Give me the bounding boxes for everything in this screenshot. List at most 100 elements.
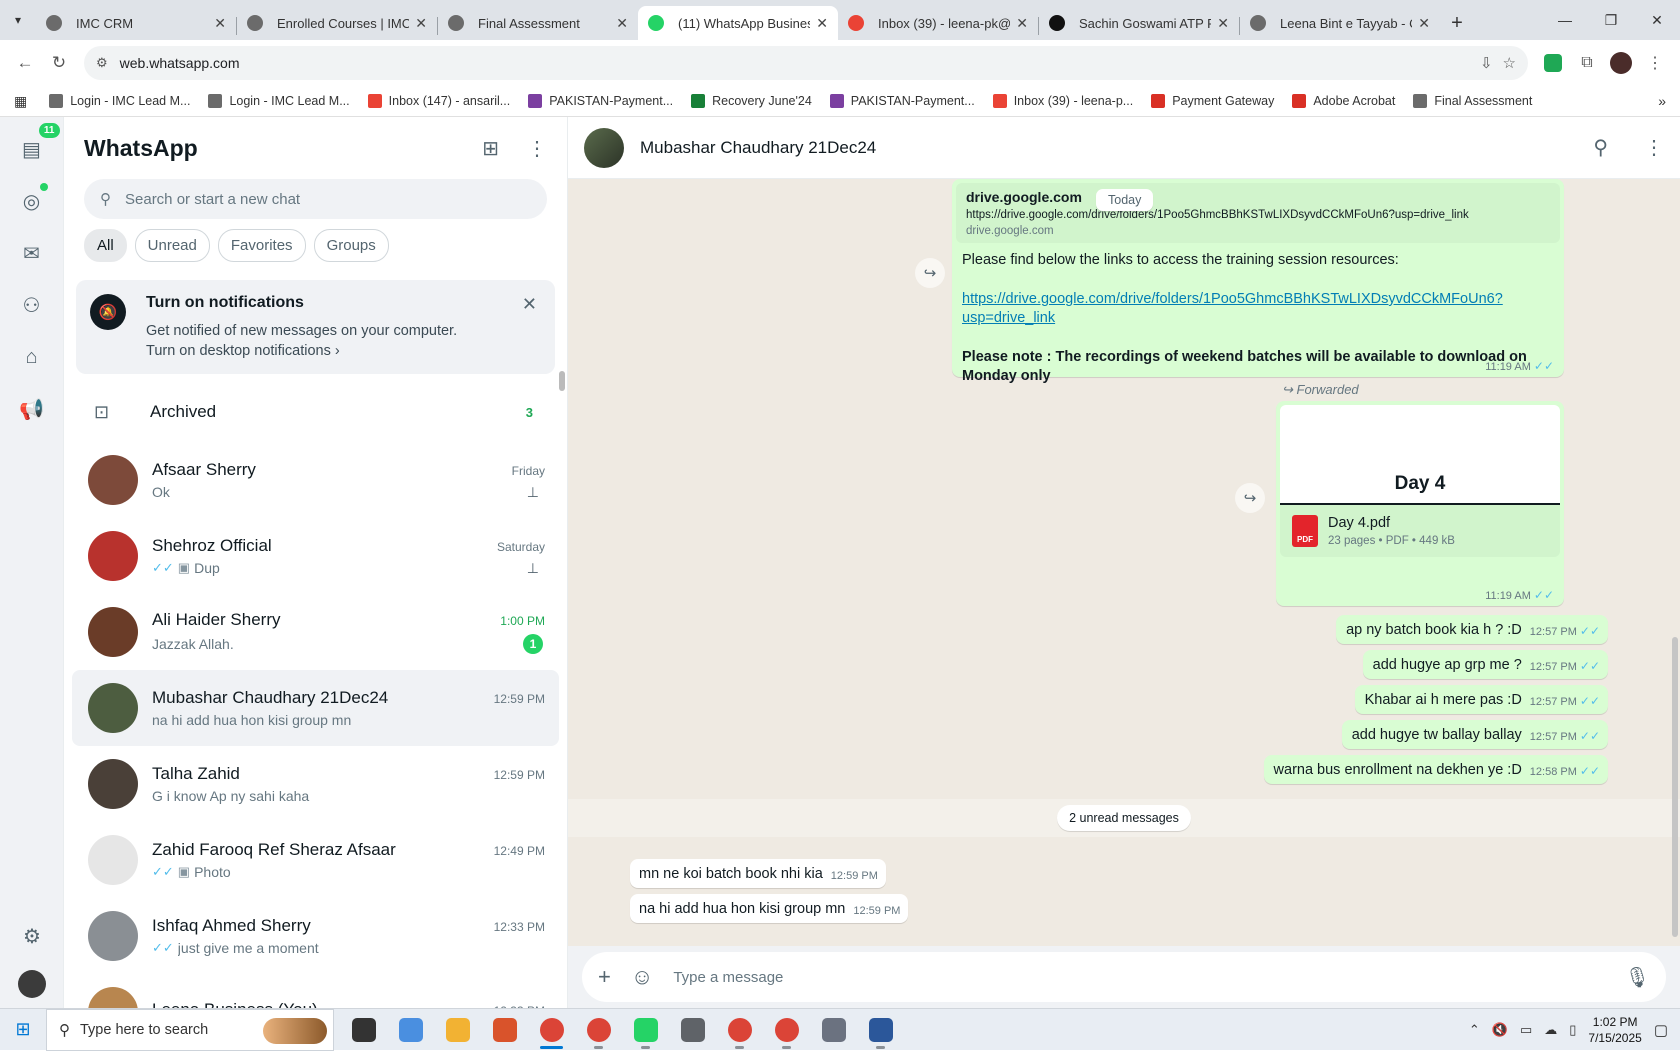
- taskbar-app-chrome[interactable]: [575, 1009, 622, 1051]
- chat-row[interactable]: Mubashar Chaudhary 21Dec2412:59 PMna hi …: [72, 670, 559, 746]
- taskbar-app-whatsapp[interactable]: [622, 1009, 669, 1051]
- bookmark-item[interactable]: Login - IMC Lead M...: [49, 94, 190, 108]
- extension-icon[interactable]: [1536, 46, 1570, 80]
- taskbar-search[interactable]: ⚲ Type here to search: [46, 1009, 334, 1051]
- volume-muted-icon[interactable]: 🔇: [1492, 1022, 1508, 1038]
- browser-tab[interactable]: IMC CRM✕: [36, 6, 236, 40]
- taskbar-app-app-clock[interactable]: [669, 1009, 716, 1051]
- enable-notifications-link[interactable]: Turn on desktop notifications ›: [146, 341, 457, 361]
- filter-chip-favorites[interactable]: Favorites: [218, 229, 306, 262]
- reload-button[interactable]: ↻: [42, 46, 76, 80]
- profile-avatar-rail[interactable]: [18, 970, 46, 998]
- link-preview-card[interactable]: drive.google.com https://drive.google.co…: [956, 183, 1560, 243]
- chat-search[interactable]: ⚲ Search or start a new chat: [84, 179, 547, 219]
- tab-search-button[interactable]: ▾: [0, 0, 36, 40]
- bookmark-item[interactable]: Login - IMC Lead M...: [208, 94, 349, 108]
- channels-icon[interactable]: ✉: [12, 233, 52, 273]
- windows-start-icon[interactable]: ⊞: [0, 1009, 46, 1051]
- ads-icon[interactable]: 📢: [12, 389, 52, 429]
- filter-chip-all[interactable]: All: [84, 229, 127, 262]
- document-row[interactable]: PDF Day 4.pdf 23 pages • PDF • 449 kB: [1280, 505, 1560, 557]
- communities-icon[interactable]: ⚇: [12, 285, 52, 325]
- chat-row[interactable]: Shehroz OfficialSaturday✓✓▣Dup⊥: [72, 518, 559, 594]
- chat-row[interactable]: Talha Zahid12:59 PMG i know Ap ny sahi k…: [72, 746, 559, 822]
- taskbar-app-chrome[interactable]: [763, 1009, 810, 1051]
- drive-link[interactable]: https://drive.google.com/drive/folders/1…: [962, 291, 1503, 326]
- bookmark-star-icon[interactable]: ☆: [1503, 54, 1516, 72]
- install-app-icon[interactable]: ⇩: [1480, 54, 1493, 72]
- bookmark-item[interactable]: PAKISTAN-Payment...: [830, 94, 975, 108]
- menu-icon[interactable]: ⋮: [527, 136, 547, 161]
- notifications-icon[interactable]: ▢: [1654, 1021, 1668, 1039]
- chat-list-scrollbar[interactable]: [559, 371, 565, 391]
- browser-tab[interactable]: Inbox (39) - leena-pk@im✕: [838, 6, 1038, 40]
- chat-row[interactable]: Zahid Farooq Ref Sheraz Afsaar12:49 PM✓✓…: [72, 822, 559, 898]
- archived-row[interactable]: ⊡ Archived 3: [64, 382, 567, 442]
- bookmark-item[interactable]: Inbox (39) - leena-p...: [993, 94, 1134, 108]
- bookmark-item[interactable]: Adobe Acrobat: [1292, 94, 1395, 108]
- conversation-menu-icon[interactable]: ⋮: [1644, 135, 1664, 160]
- weather-icon[interactable]: ☁: [1544, 1022, 1557, 1038]
- battery-icon[interactable]: ▯: [1569, 1022, 1576, 1038]
- chat-row[interactable]: Afsaar SherryFridayOk⊥: [72, 442, 559, 518]
- filter-chip-groups[interactable]: Groups: [314, 229, 389, 262]
- back-button[interactable]: ←: [8, 46, 42, 80]
- browser-tab[interactable]: Enrolled Courses | IMC C✕: [237, 6, 437, 40]
- tab-close-icon[interactable]: ✕: [1418, 15, 1430, 32]
- browser-tab[interactable]: Sachin Goswami ATP PM✕: [1039, 6, 1239, 40]
- taskbar-app-task-view[interactable]: [340, 1009, 387, 1051]
- browser-menu-icon[interactable]: ⋮: [1638, 46, 1672, 80]
- forward-icon[interactable]: ↪: [915, 258, 945, 288]
- attach-plus-icon[interactable]: +: [598, 964, 611, 990]
- conversation-header[interactable]: Mubashar Chaudhary 21Dec24 ⚲ ⋮: [568, 117, 1680, 179]
- profile-avatar[interactable]: [1604, 46, 1638, 80]
- contact-name[interactable]: Mubashar Chaudhary 21Dec24: [640, 138, 1593, 158]
- tab-close-icon[interactable]: ✕: [1016, 15, 1028, 32]
- close-window-button[interactable]: ✕: [1634, 0, 1680, 40]
- bookmark-item[interactable]: Payment Gateway: [1151, 94, 1274, 108]
- restore-button[interactable]: ❐: [1588, 0, 1634, 40]
- new-tab-button[interactable]: +: [1440, 6, 1474, 40]
- filter-chip-unread[interactable]: Unread: [135, 229, 210, 262]
- search-messages-icon[interactable]: ⚲: [1593, 135, 1608, 160]
- apps-grid-icon[interactable]: ▦: [14, 93, 27, 110]
- catalog-icon[interactable]: ⌂: [12, 337, 52, 377]
- taskbar-app-settings[interactable]: [810, 1009, 857, 1051]
- browser-tab[interactable]: Final Assessment✕: [438, 6, 638, 40]
- network-icon[interactable]: ▭: [1520, 1022, 1532, 1038]
- browser-tab[interactable]: Leena Bint e Tayyab - Ce✕: [1240, 6, 1440, 40]
- tab-close-icon[interactable]: ✕: [816, 15, 828, 32]
- contact-avatar[interactable]: [584, 128, 624, 168]
- status-icon[interactable]: ◎: [12, 181, 52, 221]
- forward-icon[interactable]: ↪: [1235, 483, 1265, 513]
- address-bar[interactable]: ⚙ web.whatsapp.com ⇩ ☆: [84, 46, 1528, 80]
- bookmark-item[interactable]: Recovery June'24: [691, 94, 812, 108]
- more-bookmarks-icon[interactable]: »: [1658, 93, 1666, 109]
- chat-row[interactable]: Leena Business (You)12:33 PM: [72, 974, 559, 1008]
- site-info-icon[interactable]: ⚙: [96, 55, 108, 71]
- message-list-scrollbar[interactable]: [1672, 637, 1678, 937]
- chat-row[interactable]: Ali Haider Sherry1:00 PMJazzak Allah.1: [72, 594, 559, 670]
- tab-close-icon[interactable]: ✕: [415, 15, 427, 32]
- tab-close-icon[interactable]: ✕: [214, 15, 226, 32]
- tab-close-icon[interactable]: ✕: [616, 15, 628, 32]
- bookmark-item[interactable]: Final Assessment: [1413, 94, 1532, 108]
- close-icon[interactable]: ✕: [522, 294, 537, 315]
- message-input[interactable]: [673, 969, 1612, 986]
- chats-icon[interactable]: ▤11: [12, 129, 52, 169]
- browser-tab[interactable]: (11) WhatsApp Business✕: [638, 6, 838, 40]
- bookmark-item[interactable]: PAKISTAN-Payment...: [528, 94, 673, 108]
- bookmark-item[interactable]: Inbox (147) - ansaril...: [368, 94, 511, 108]
- taskbar-app-copilot[interactable]: [387, 1009, 434, 1051]
- tab-close-icon[interactable]: ✕: [1217, 15, 1229, 32]
- clock[interactable]: 1:02 PM 7/15/2025: [1588, 1014, 1641, 1046]
- taskbar-app-chrome[interactable]: [716, 1009, 763, 1051]
- minimize-button[interactable]: —: [1542, 0, 1588, 40]
- taskbar-app-app-orange[interactable]: [481, 1009, 528, 1051]
- chat-row[interactable]: Ishfaq Ahmed Sherry12:33 PM✓✓just give m…: [72, 898, 559, 974]
- extensions-puzzle-icon[interactable]: ⧉: [1570, 46, 1604, 80]
- document-thumbnail[interactable]: Day 4: [1280, 405, 1560, 505]
- taskbar-app-chrome[interactable]: [528, 1009, 575, 1051]
- sticker-icon[interactable]: ☺: [631, 964, 653, 990]
- settings-icon[interactable]: ⚙: [12, 916, 52, 956]
